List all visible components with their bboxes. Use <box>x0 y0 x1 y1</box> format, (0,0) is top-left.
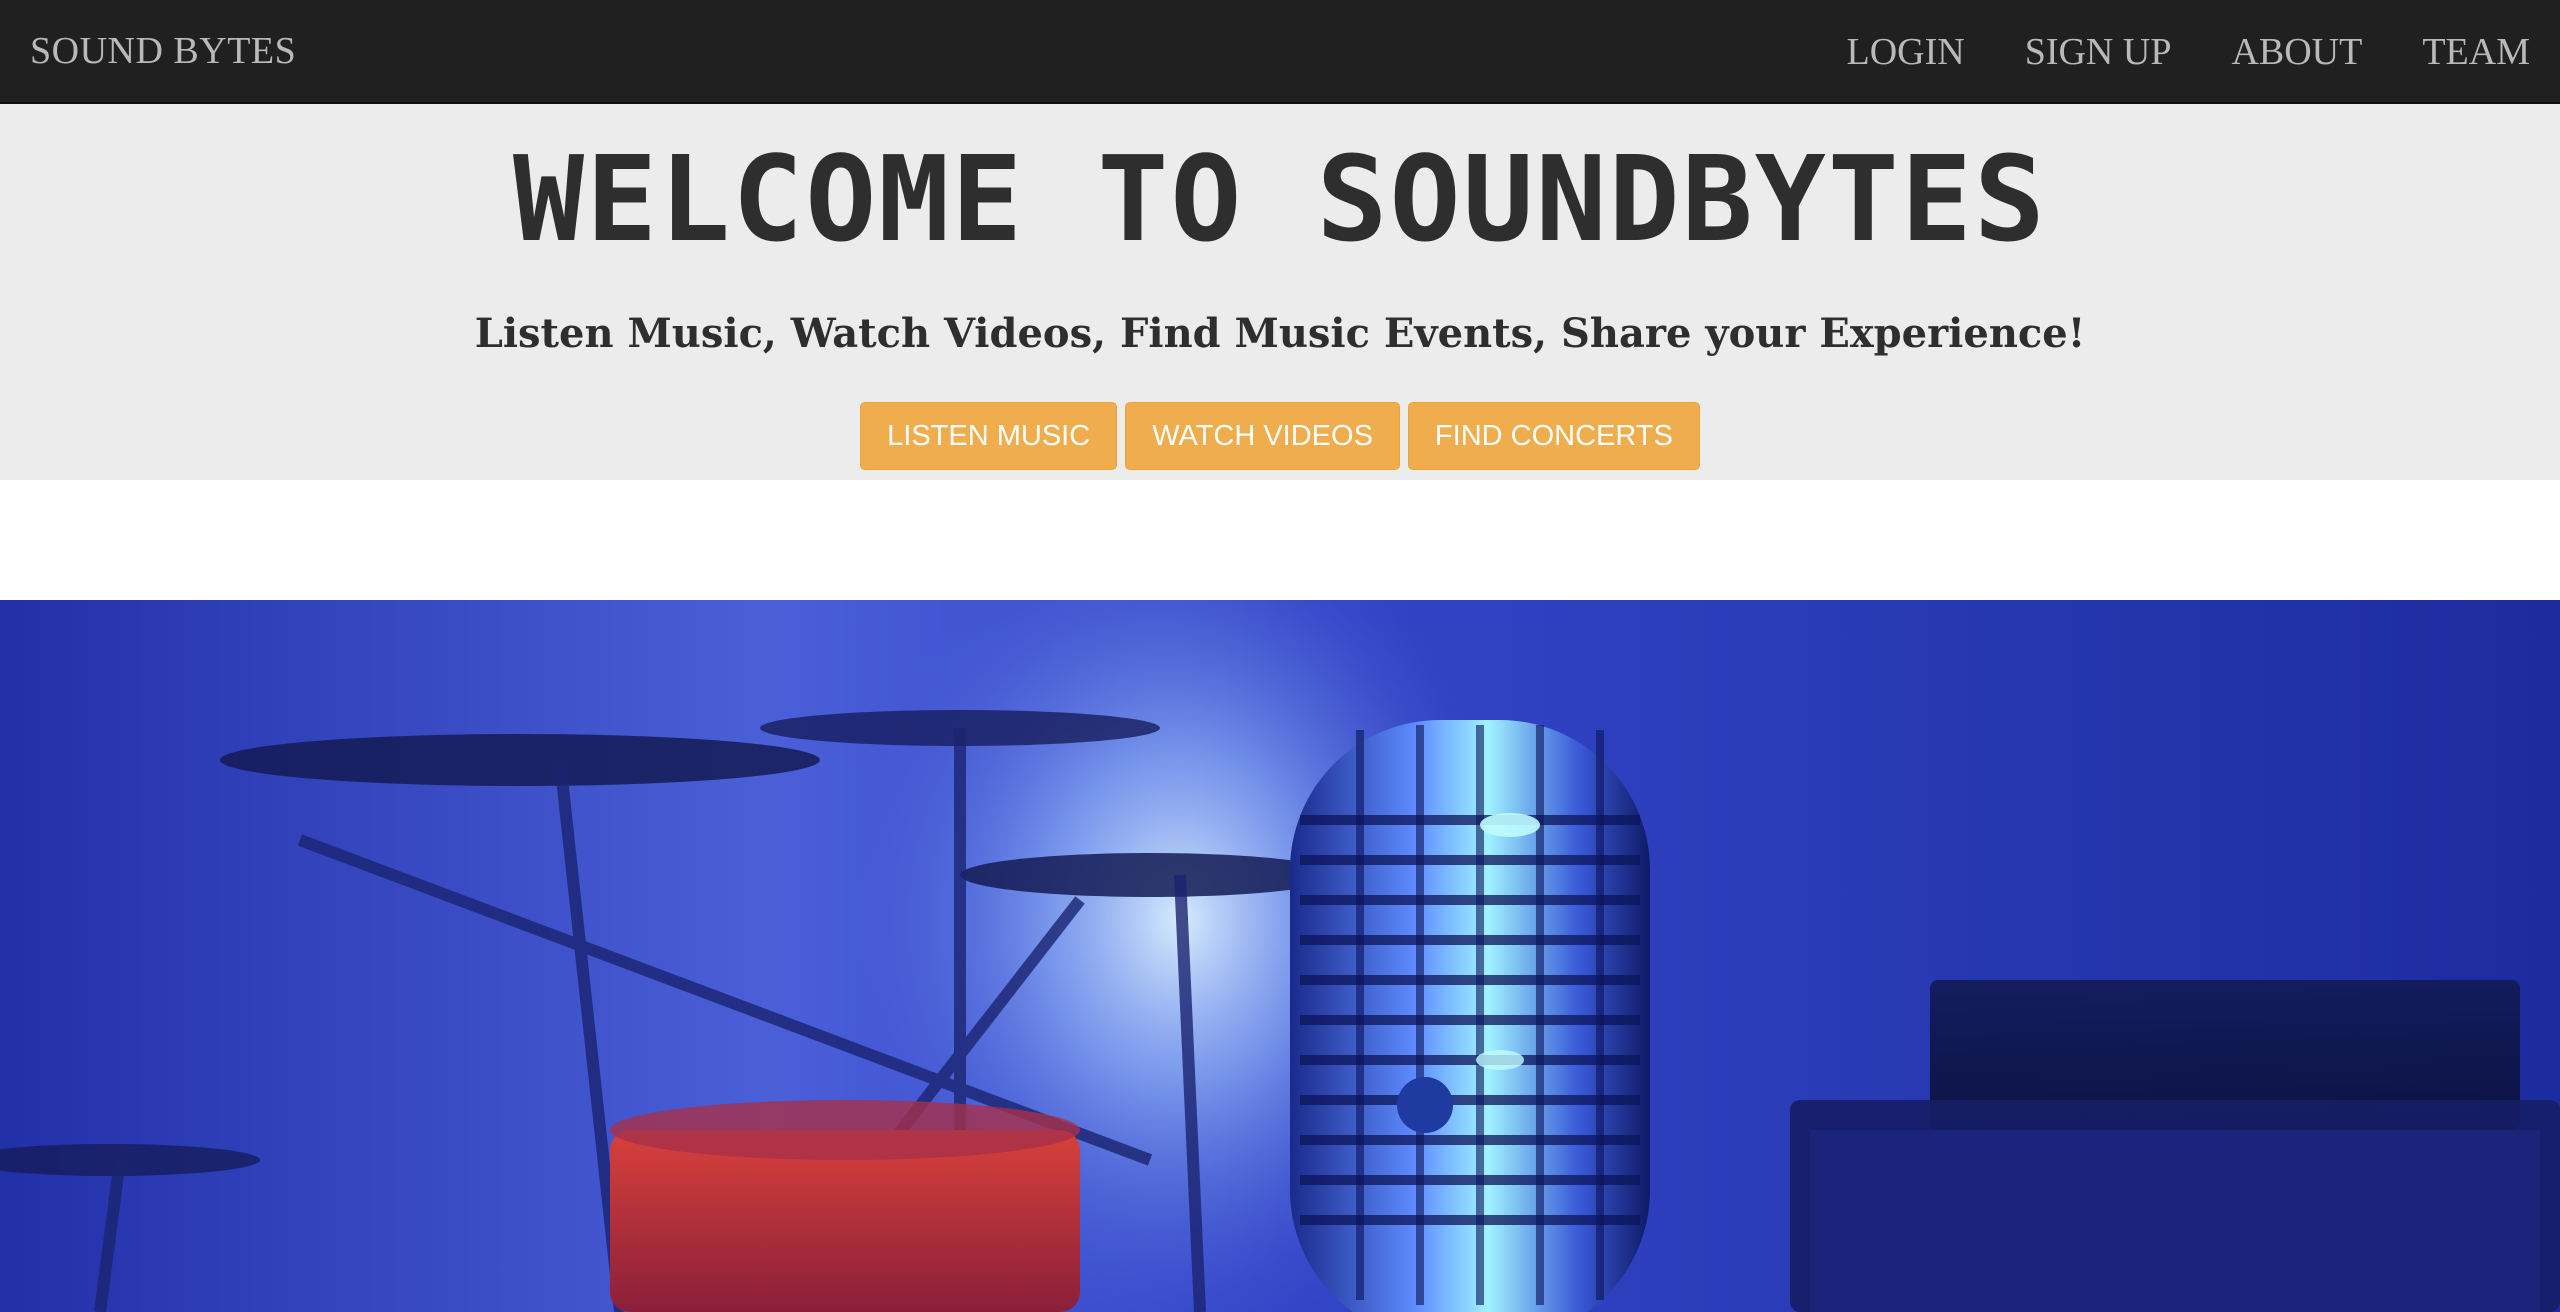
hero-jumbotron: WELCOME TO SOUNDBYTES Listen Music, Watc… <box>0 104 2560 480</box>
nav-team-link[interactable]: TEAM <box>2392 1 2560 103</box>
nav-links: LOGIN SIGN UP ABOUT TEAM <box>1817 0 2560 104</box>
find-concerts-button[interactable]: FIND CONCERTS <box>1407 402 1700 470</box>
hero-subtitle: Listen Music, Watch Videos, Find Music E… <box>474 310 2086 357</box>
hero-title: WELCOME TO SOUNDBYTES <box>513 130 2047 268</box>
nav-about-link[interactable]: ABOUT <box>2201 1 2392 103</box>
banner-photo <box>0 600 2560 1312</box>
brand-link[interactable]: SOUND BYTES <box>30 0 296 104</box>
top-navbar: SOUND BYTES LOGIN SIGN UP ABOUT TEAM <box>0 0 2560 104</box>
microphone-drumkit-photo-icon <box>0 600 2560 1312</box>
listen-music-button[interactable]: LISTEN MUSIC <box>860 402 1118 470</box>
hero-button-row: LISTEN MUSIC WATCH VIDEOS FIND CONCERTS <box>0 402 2560 470</box>
nav-signup-link[interactable]: SIGN UP <box>1995 1 2202 103</box>
nav-login-link[interactable]: LOGIN <box>1817 1 1995 103</box>
watch-videos-button[interactable]: WATCH VIDEOS <box>1125 402 1400 470</box>
